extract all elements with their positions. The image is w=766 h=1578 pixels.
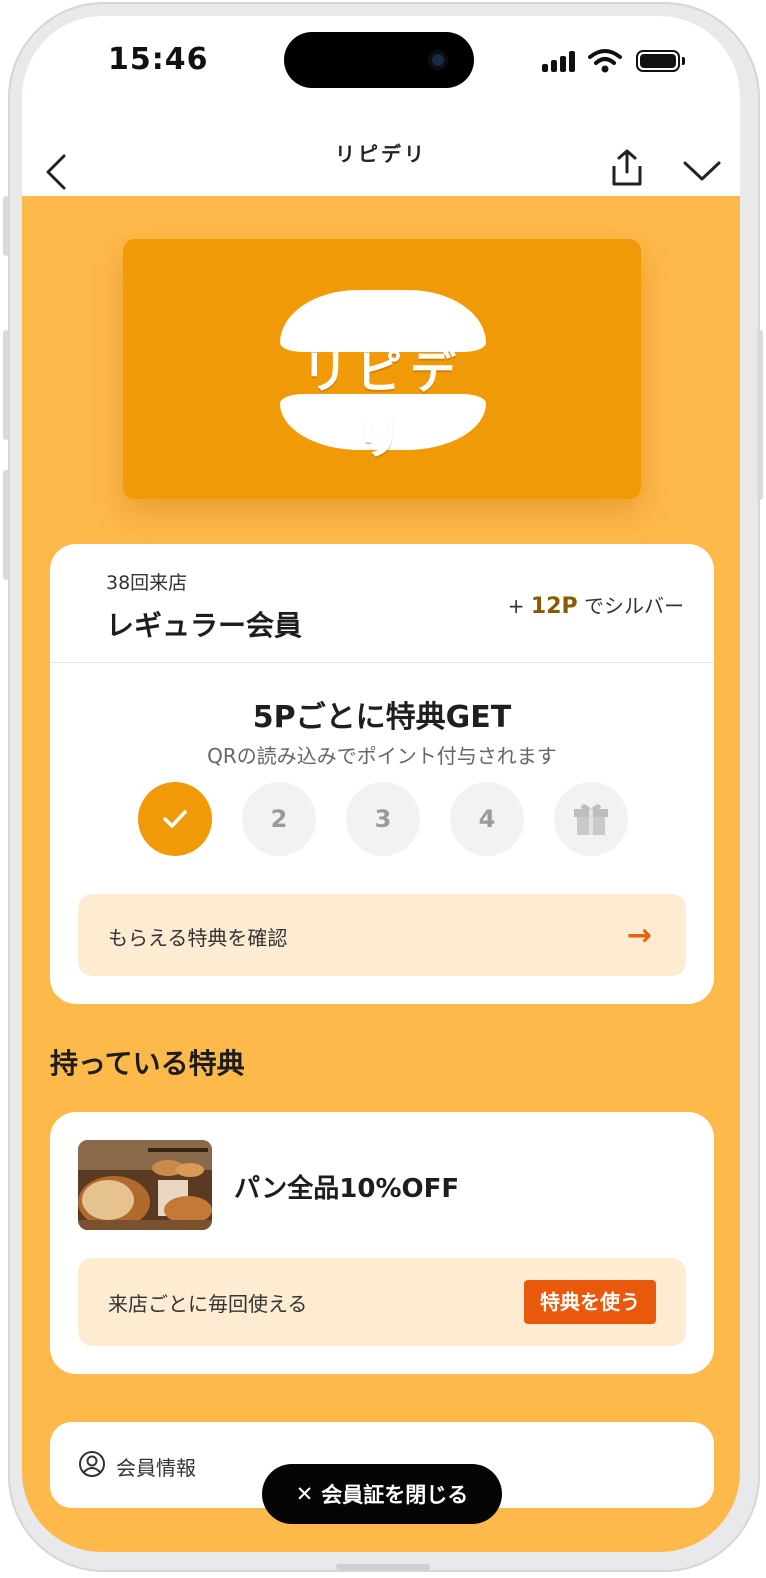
view-rewards-label: もらえる特典を確認 [108,926,288,950]
member-tier: レギュラー会員 [106,609,303,642]
benefit-condition: 来店ごとに毎回使える [108,1292,308,1316]
benefit-condition-bar: 来店ごとに毎回使える 特典を使う [78,1258,686,1346]
section-title-benefits: 持っている特典 [50,1047,245,1080]
home-indicator [336,1564,430,1570]
wifi-icon [588,49,622,73]
stamp-1 [138,782,212,856]
benefit-name: パン全品10%OFF [234,1174,460,1204]
battery-icon [636,50,680,72]
chevron-down-icon[interactable] [682,158,722,184]
points-value: 12P [530,594,578,619]
side-button [757,330,763,500]
side-button [3,470,9,580]
gift-icon [574,804,608,835]
side-button [3,196,9,256]
share-icon[interactable] [610,148,644,188]
membership-card: 38回来店 レギュラー会員 + 12P でシルバー 5Pごとに特典GET QRの… [50,544,714,1004]
stamp-5 [554,782,628,856]
divider [50,662,714,663]
user-circle-icon [79,1451,105,1477]
stamp-2: 2 [242,782,316,856]
arrow-right-icon: → [626,918,652,953]
camera-icon [428,50,448,70]
side-button [3,330,9,440]
battery-nub [682,57,685,65]
benefit-card: パン全品10%OFF 来店ごとに毎回使える 特典を使う [50,1112,714,1374]
status-time: 15:46 [108,42,209,77]
points-to-next-tier: + 12P でシルバー [507,594,684,619]
stamp-4: 4 [450,782,524,856]
stamp-3: 3 [346,782,420,856]
visit-count: 38回来店 [106,572,188,594]
view-rewards-button[interactable]: もらえる特典を確認 → [78,894,686,976]
status-bar: 15:46 [22,16,740,112]
stamp-card-subtitle: QRの読み込みでポイント付与されます [207,744,557,768]
dynamic-island [284,32,474,88]
use-benefit-button[interactable]: 特典を使う [524,1280,656,1324]
store-logo-card: リピデリ [123,239,641,499]
store-logo: リピデリ [280,290,486,465]
close-member-card-button[interactable]: ✕ 会員証を閉じる [262,1464,502,1524]
close-icon: ✕ [295,1482,314,1506]
close-label: 会員証を閉じる [321,1483,469,1507]
nav-bar: リピデリ [22,112,740,196]
stamp-card-title: 5Pごとに特典GET [252,700,512,735]
check-icon [163,810,187,828]
logo-text: リピデリ [302,345,464,465]
app-screen: 15:46 リピデリ リピデリ 38回来店 レギュラー会員 + 12P でシルバ… [22,16,740,1552]
benefit-image [78,1140,212,1230]
member-info-label: 会員情報 [116,1456,196,1480]
